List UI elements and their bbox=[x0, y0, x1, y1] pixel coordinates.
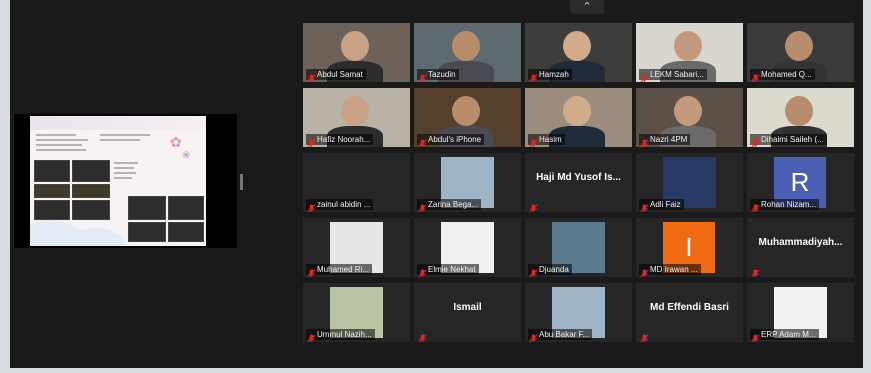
participant-tile[interactable]: Ismail bbox=[414, 283, 521, 342]
participant-tile[interactable]: Abdul's iPhone bbox=[414, 88, 521, 147]
meeting-window: ⌃ ✿ ❀ Abdul Samat Tazudin Hamzah LEKM Sa… bbox=[10, 0, 863, 368]
muted-mic-icon bbox=[307, 135, 316, 147]
participant-tile[interactable]: I MD Irawan ... bbox=[636, 218, 743, 277]
muted-mic-icon bbox=[529, 200, 538, 212]
participant-display-name: Ismail bbox=[453, 302, 482, 313]
shared-screen[interactable]: ✿ ❀ bbox=[14, 114, 237, 248]
participant-tile[interactable]: Ummul Nazih... bbox=[303, 283, 410, 342]
muted-mic-icon bbox=[751, 330, 760, 342]
flower-decoration-icon: ✿ bbox=[170, 134, 182, 150]
muted-mic-icon bbox=[751, 200, 760, 212]
participant-name-label: Dihaimi Saileh (... bbox=[750, 134, 827, 145]
muted-mic-icon bbox=[418, 330, 427, 342]
muted-mic-icon bbox=[418, 70, 427, 82]
participant-tile[interactable]: Adli Faiz bbox=[636, 153, 743, 212]
participant-tile[interactable]: Dihaimi Saileh (... bbox=[747, 88, 854, 147]
slide-banner bbox=[30, 116, 206, 130]
participant-tile[interactable]: Haji Md Yusof Is... bbox=[525, 153, 632, 212]
muted-mic-icon bbox=[640, 265, 649, 277]
participant-display-name: Md Effendi Basri bbox=[650, 302, 729, 313]
participant-tile[interactable]: Tazudin bbox=[414, 23, 521, 82]
muted-mic-icon bbox=[307, 70, 316, 82]
split-handle[interactable] bbox=[240, 174, 243, 190]
muted-mic-icon bbox=[307, 265, 316, 277]
muted-mic-icon bbox=[751, 265, 760, 277]
muted-mic-icon bbox=[640, 70, 649, 82]
participant-tile[interactable]: Hasim bbox=[525, 88, 632, 147]
muted-mic-icon bbox=[640, 135, 649, 147]
shared-slide: ✿ ❀ bbox=[30, 116, 206, 246]
muted-mic-icon bbox=[418, 135, 427, 147]
participant-tile[interactable]: Djuanda bbox=[525, 218, 632, 277]
participant-name-label: Rohan Nizam... bbox=[750, 199, 820, 210]
participant-display-name: Haji Md Yusof Is... bbox=[536, 172, 621, 183]
participant-tile[interactable]: Md Effendi Basri bbox=[636, 283, 743, 342]
participant-tile[interactable]: Abu Bakar F... bbox=[525, 283, 632, 342]
participant-name-label: Hafiz Noorah... bbox=[306, 134, 374, 145]
collapse-chevron-icon[interactable]: ⌃ bbox=[570, 0, 604, 14]
participant-tile[interactable]: Zarina Bega... bbox=[414, 153, 521, 212]
muted-mic-icon bbox=[307, 200, 316, 212]
muted-mic-icon bbox=[529, 265, 538, 277]
muted-mic-icon bbox=[418, 200, 427, 212]
muted-mic-icon bbox=[640, 200, 649, 212]
participant-name-label: Ummul Nazih... bbox=[306, 329, 375, 340]
muted-mic-icon bbox=[751, 135, 760, 147]
participant-tile[interactable]: zainul abidin ... bbox=[303, 153, 410, 212]
muted-mic-icon bbox=[307, 330, 316, 342]
participant-tile[interactable]: Nazri 4PM bbox=[636, 88, 743, 147]
participant-name-label: ERP Adam M... bbox=[750, 329, 819, 340]
muted-mic-icon bbox=[418, 265, 427, 277]
participant-tile[interactable]: Muhamed Ri... bbox=[303, 218, 410, 277]
muted-mic-icon bbox=[529, 330, 538, 342]
participant-tile[interactable]: ERP Adam M... bbox=[747, 283, 854, 342]
muted-mic-icon bbox=[529, 135, 538, 147]
participant-name-label: LEKM Sabari... bbox=[639, 69, 707, 80]
participant-tile[interactable]: R Rohan Nizam... bbox=[747, 153, 854, 212]
participant-tile[interactable]: Muhammadiyah... bbox=[747, 218, 854, 277]
participant-name-label: Abdul's iPhone bbox=[417, 134, 485, 145]
muted-mic-icon bbox=[529, 70, 538, 82]
participant-tile[interactable]: Abdul Samat bbox=[303, 23, 410, 82]
muted-mic-icon bbox=[640, 330, 649, 342]
participant-tile[interactable]: Hamzah bbox=[525, 23, 632, 82]
participant-tile[interactable]: Elmie Nekhat bbox=[414, 218, 521, 277]
participant-tile[interactable]: Hafiz Noorah... bbox=[303, 88, 410, 147]
participant-name-label: zainul abidin ... bbox=[306, 199, 374, 210]
participant-display-name: Muhammadiyah... bbox=[758, 237, 843, 248]
participant-tile[interactable]: LEKM Sabari... bbox=[636, 23, 743, 82]
muted-mic-icon bbox=[751, 70, 760, 82]
participant-tile[interactable]: Mohamed Q... bbox=[747, 23, 854, 82]
